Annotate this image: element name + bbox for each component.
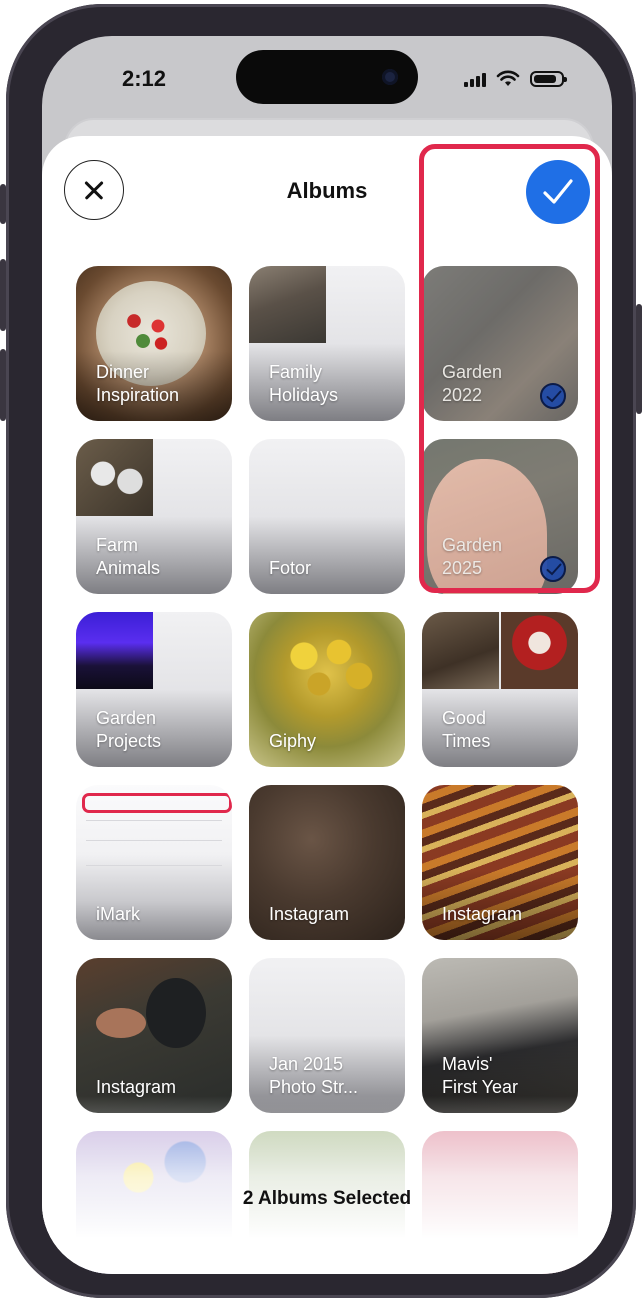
album-tile[interactable]: Mavis' First Year xyxy=(422,958,578,1113)
album-tile[interactable]: Fotor xyxy=(249,439,405,594)
volume-up-button xyxy=(0,259,6,331)
volume-down-button xyxy=(0,349,6,421)
status-time: 2:12 xyxy=(122,66,167,91)
album-label: Instagram xyxy=(442,904,523,924)
status-icons xyxy=(464,70,567,88)
power-button xyxy=(636,304,642,414)
phone-frame: 2:12 Albums Dinner Inspiration Family Ho… xyxy=(0,4,642,1298)
album-tile[interactable]: Garden Projects xyxy=(76,612,232,767)
album-label: Instagram xyxy=(269,904,350,924)
album-label: Fotor xyxy=(269,558,312,578)
selection-highlight xyxy=(419,144,600,593)
camera-icon xyxy=(382,69,398,85)
wifi-icon xyxy=(496,70,520,86)
album-thumbnail xyxy=(422,612,499,689)
album-label: Garden Projects xyxy=(96,708,162,751)
album-tile[interactable]: Family Holidays xyxy=(249,266,405,421)
album-tile[interactable]: Giphy xyxy=(249,612,405,767)
album-thumbnail xyxy=(76,439,153,516)
album-label: Jan 2015 Photo Str... xyxy=(269,1054,359,1097)
album-tile[interactable]: Instagram xyxy=(76,958,232,1113)
action-button xyxy=(0,184,6,224)
album-label: Farm Animals xyxy=(96,535,161,578)
album-tile[interactable]: Farm Animals xyxy=(76,439,232,594)
battery-icon xyxy=(530,71,567,87)
album-label: Dinner Inspiration xyxy=(96,362,180,405)
album-label: Family Holidays xyxy=(269,362,339,405)
album-tile[interactable]: Dinner Inspiration xyxy=(76,266,232,421)
album-tile[interactable]: Jan 2015 Photo Str... xyxy=(249,958,405,1113)
album-label: Giphy xyxy=(269,731,317,751)
albums-sheet: Albums Dinner Inspiration Family Holiday… xyxy=(42,136,612,1274)
album-label: Good Times xyxy=(442,708,491,751)
album-tile[interactable]: Instagram xyxy=(422,785,578,940)
album-tile[interactable]: Instagram xyxy=(249,785,405,940)
album-thumbnail xyxy=(96,1008,146,1038)
selected-count: 2 Albums Selected xyxy=(242,1188,412,1209)
album-thumbnail xyxy=(76,612,153,689)
bottom-fade xyxy=(42,1096,612,1274)
signal-bars-icon xyxy=(464,72,486,87)
dynamic-island xyxy=(236,50,418,104)
album-tile[interactable]: iMark xyxy=(76,785,232,940)
album-label: Mavis' First Year xyxy=(442,1054,519,1097)
album-thumbnail xyxy=(82,793,232,813)
album-thumbnail xyxy=(279,632,379,712)
album-tile[interactable]: Good Times xyxy=(422,612,578,767)
album-thumbnail xyxy=(249,266,326,343)
screen: 2:12 Albums Dinner Inspiration Family Ho… xyxy=(42,36,612,1274)
album-label: iMark xyxy=(96,904,140,924)
